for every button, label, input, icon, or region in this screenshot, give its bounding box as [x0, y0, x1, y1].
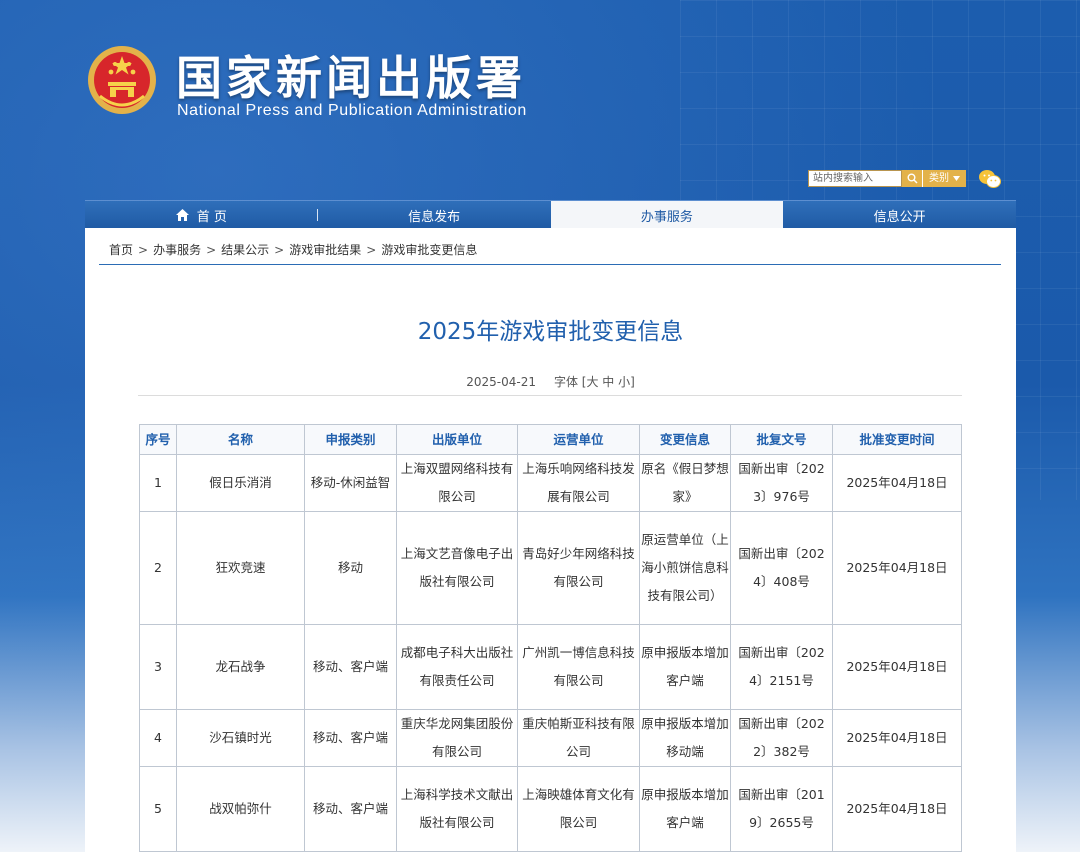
page-title: 2025年游戏审批变更信息: [417, 319, 684, 345]
breadcrumb-link-change-info[interactable]: 游戏审批变更信息: [381, 243, 477, 257]
breadcrumb: 首页 > 办事服务 > 结果公示 > 游戏审批结果 > 游戏审批变更信息: [109, 241, 477, 258]
cell-operator: 青岛好少年网络科技有限公司: [517, 511, 640, 625]
table-header-row: 序号 名称 申报类别 出版单位 运营单位 变更信息 批复文号 批准变更时间: [139, 424, 962, 455]
col-header-change: 变更信息: [639, 424, 731, 455]
col-header-approval-no: 批复文号: [730, 424, 833, 455]
chevron-down-icon: [953, 176, 960, 181]
cell-publisher: 上海科学技术文献出版社有限公司: [396, 766, 518, 852]
cell-publisher: 重庆华龙网集团股份有限公司: [396, 709, 518, 767]
breadcrumb-separator: >: [206, 243, 217, 257]
table-row: 5 战双帕弥什 移动、客户端 上海科学技术文献出版社有限公司 上海映雄体育文化有…: [139, 766, 962, 852]
breadcrumb-link-results[interactable]: 结果公示: [221, 243, 269, 257]
nav-item-label: 办事服务: [640, 209, 693, 225]
cell-name: 假日乐消消: [176, 454, 305, 512]
cell-name: 龙石战争: [176, 624, 305, 710]
cell-change: 原申报版本增加移动端: [639, 709, 731, 767]
approval-change-table: 序号 名称 申报类别 出版单位 运营单位 变更信息 批复文号 批准变更时间 1 …: [139, 424, 962, 852]
home-icon: [175, 209, 189, 221]
nav-item-news[interactable]: 信息发布: [318, 201, 551, 229]
cell-category: 移动: [304, 511, 397, 625]
main-nav: 首 页 信息发布 办事服务 信息公开: [85, 200, 1016, 229]
cell-approval-date: 2025年04月18日: [832, 511, 962, 625]
cell-approval-no: 国新出审〔2019〕2655号: [730, 766, 833, 852]
cell-category: 移动、客户端: [304, 624, 397, 710]
cell-index: 5: [139, 766, 177, 852]
category-label: 类别: [929, 173, 949, 184]
cell-operator: 重庆帕斯亚科技有限公司: [517, 709, 640, 767]
cell-approval-date: 2025年04月18日: [832, 624, 962, 710]
search-input[interactable]: 站内搜索输入: [808, 170, 902, 187]
table-row: 1 假日乐消消 移动-休闲益智 上海双盟网络科技有限公司 上海乐响网络科技发展有…: [139, 454, 962, 512]
cell-approval-no: 国新出审〔2024〕408号: [730, 511, 833, 625]
cell-approval-date: 2025年04月18日: [832, 454, 962, 512]
breadcrumb-link-services[interactable]: 办事服务: [153, 243, 201, 257]
site-subtitle: National Press and Publication Administr…: [177, 102, 527, 119]
col-header-name: 名称: [176, 424, 305, 455]
nav-item-disclosure[interactable]: 信息公开: [783, 201, 1016, 229]
site-search: 站内搜索输入 类别: [808, 170, 966, 187]
main-content: 首页 > 办事服务 > 结果公示 > 游戏审批结果 > 游戏审批变更信息 2025年游戏审批变更…: [85, 228, 1016, 852]
cell-index: 2: [139, 511, 177, 625]
nav-item-home[interactable]: 首 页: [85, 201, 318, 229]
cell-category: 移动、客户端: [304, 766, 397, 852]
cell-index: 4: [139, 709, 177, 767]
nav-item-label: 信息发布: [408, 209, 461, 225]
publish-date: 2025-04-21: [466, 375, 536, 389]
cell-name: 战双帕弥什: [176, 766, 305, 852]
cell-change: 原运营单位（上海小煎饼信息科技有限公司）: [639, 511, 731, 625]
cell-approval-no: 国新出审〔2024〕2151号: [730, 624, 833, 710]
col-header-index: 序号: [139, 424, 177, 455]
cell-operator: 广州凯一博信息科技有限公司: [517, 624, 640, 710]
cell-approval-date: 2025年04月18日: [832, 766, 962, 852]
cell-operator: 上海映雄体育文化有限公司: [517, 766, 640, 852]
site-title: 国家新闻出版署: [176, 51, 526, 105]
cell-change: 原名《假日梦想家》: [639, 454, 731, 512]
meta-divider: [138, 395, 962, 396]
col-header-publisher: 出版单位: [396, 424, 518, 455]
table-row: 2 狂欢竞速 移动 上海文艺音像电子出版社有限公司 青岛好少年网络科技有限公司 …: [139, 511, 962, 625]
cell-index: 3: [139, 624, 177, 710]
breadcrumb-divider: [99, 264, 1001, 265]
wechat-icon[interactable]: [978, 169, 1002, 189]
cell-index: 1: [139, 454, 177, 512]
cell-operator: 上海乐响网络科技发展有限公司: [517, 454, 640, 512]
cell-publisher: 上海双盟网络科技有限公司: [396, 454, 518, 512]
breadcrumb-separator: >: [366, 243, 377, 257]
category-dropdown[interactable]: 类别: [922, 170, 966, 187]
font-size-control[interactable]: 字体 [大 中 小]: [554, 375, 635, 389]
breadcrumb-link-game-approval[interactable]: 游戏审批结果: [289, 243, 361, 257]
national-emblem-icon: [88, 46, 156, 114]
cell-name: 沙石镇时光: [176, 709, 305, 767]
cell-change: 原申报版本增加客户端: [639, 624, 731, 710]
cell-category: 移动、客户端: [304, 709, 397, 767]
cell-approval-date: 2025年04月18日: [832, 709, 962, 767]
col-header-approval-date: 批准变更时间: [832, 424, 962, 455]
search-button[interactable]: [902, 170, 922, 187]
col-header-operator: 运营单位: [517, 424, 640, 455]
breadcrumb-separator: >: [274, 243, 285, 257]
cell-publisher: 上海文艺音像电子出版社有限公司: [396, 511, 518, 625]
nav-item-label: 首 页: [196, 209, 227, 225]
cell-publisher: 成都电子科大出版社有限责任公司: [396, 624, 518, 710]
search-icon: [907, 173, 918, 184]
breadcrumb-separator: >: [138, 243, 149, 257]
article-meta: 2025-04-21 字体 [大 中 小]: [85, 373, 1016, 390]
cell-category: 移动-休闲益智: [304, 454, 397, 512]
cell-name: 狂欢竞速: [176, 511, 305, 625]
cell-approval-no: 国新出审〔2023〕976号: [730, 454, 833, 512]
cell-approval-no: 国新出审〔2022〕382号: [730, 709, 833, 767]
cell-change: 原申报版本增加客户端: [639, 766, 731, 852]
table-row: 4 沙石镇时光 移动、客户端 重庆华龙网集团股份有限公司 重庆帕斯亚科技有限公司…: [139, 709, 962, 767]
col-header-category: 申报类别: [304, 424, 397, 455]
nav-item-label: 信息公开: [873, 209, 926, 225]
breadcrumb-link-home[interactable]: 首页: [109, 243, 133, 257]
nav-item-services[interactable]: 办事服务: [550, 201, 784, 229]
table-row: 3 龙石战争 移动、客户端 成都电子科大出版社有限责任公司 广州凯一博信息科技有…: [139, 624, 962, 710]
